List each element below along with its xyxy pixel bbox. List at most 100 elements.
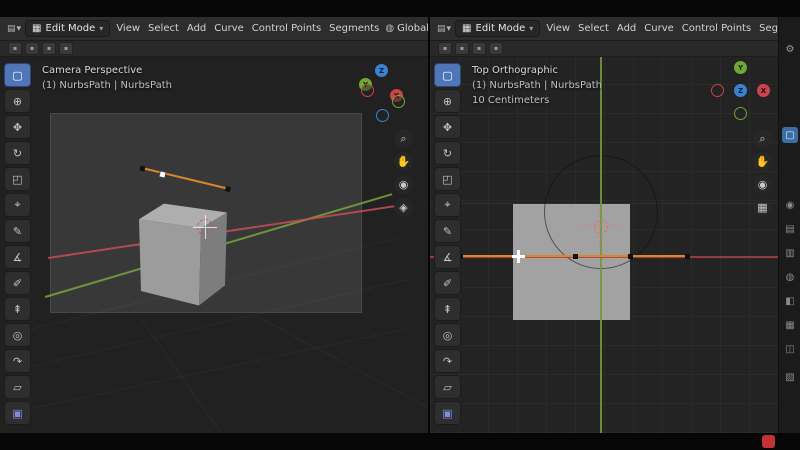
menu-item[interactable]: Curve [210, 21, 248, 36]
grid-icon[interactable]: ▦ [753, 198, 772, 217]
tool-button[interactable]: ∡ [4, 245, 31, 269]
tool-button[interactable]: ◰ [4, 167, 31, 191]
navigation-gizmo[interactable]: Y X Z [710, 60, 770, 120]
tool-settings-toggle-icon[interactable]: ▪ [59, 42, 73, 55]
menu-item[interactable]: View [112, 21, 144, 36]
tool-button[interactable]: ∡ [434, 245, 461, 269]
tool-button[interactable]: ↷ [4, 349, 31, 373]
gizmo-axis-ball[interactable] [711, 84, 724, 97]
gizmo-axis-ball[interactable] [392, 95, 405, 108]
tool-button[interactable]: ⊕ [4, 89, 31, 113]
tool-button[interactable]: ◎ [4, 323, 31, 347]
properties-tab-icon[interactable]: ◍ [782, 269, 798, 285]
properties-tab-icon[interactable]: ◧ [782, 293, 798, 309]
nurbs-path-curve[interactable] [458, 253, 690, 259]
tool-settings-toggle-icon[interactable]: ▪ [42, 42, 56, 55]
editor-type-button[interactable]: ▤ ▾ [435, 23, 453, 35]
cube-object[interactable] [133, 198, 233, 310]
gizmo-axis-ball[interactable] [376, 109, 389, 122]
properties-tab-icon[interactable]: ▦ [782, 317, 798, 333]
menu-item[interactable]: Select [574, 21, 613, 36]
properties-tab-icon[interactable]: ▥ [782, 245, 798, 261]
tool-button[interactable]: ✥ [4, 115, 31, 139]
properties-tab-strip: ⚙ ▢ ◉ ▤ ▥ ◍ ◧ ▦ ◫ ▨ [778, 17, 800, 433]
tool-button[interactable]: ✎ [4, 219, 31, 243]
mode-dropdown[interactable]: ▦ Edit Mode ▾ [455, 20, 541, 37]
tool-button[interactable]: ▣ [434, 401, 461, 425]
tool-button[interactable]: ✐ [434, 271, 461, 295]
toolbar: ▢ ⊕ ✥ ↻ ◰ ⌖ ✎ ∡ ✐ ⇞ ◎ ↷ ▱ ▣ [4, 63, 31, 425]
gizmo-axis-ball[interactable]: Z [375, 64, 388, 77]
properties-tab-icon[interactable]: ◉ [782, 197, 798, 213]
editor-type-button[interactable]: ▤ ▾ [5, 23, 23, 35]
menu-item[interactable]: Add [183, 21, 210, 36]
menu-item[interactable]: Control Points [248, 21, 325, 36]
menu-item[interactable]: Control Points [678, 21, 755, 36]
hand-icon[interactable]: ✋ [394, 152, 413, 171]
properties-tab-icon[interactable]: ▤ [782, 221, 798, 237]
active-object-label: (1) NurbsPath | NurbsPath [472, 80, 602, 91]
tool-button[interactable]: ▢ [4, 63, 31, 87]
tool-button[interactable]: ↻ [4, 141, 31, 165]
menu-bar: ViewSelectAddCurveControl PointsSegments [542, 21, 778, 36]
tool-settings-toggle-icon[interactable]: ▪ [489, 42, 503, 55]
tool-settings-toggle-icon[interactable]: ▪ [438, 42, 452, 55]
tool-icon: ⇞ [12, 302, 23, 316]
tool-icon: ▱ [443, 380, 452, 394]
control-point[interactable] [685, 253, 690, 259]
control-point[interactable] [628, 253, 633, 259]
menu-item[interactable]: Select [144, 21, 183, 36]
tool-button[interactable]: ✎ [434, 219, 461, 243]
menu-item[interactable]: Curve [640, 21, 678, 36]
tool-settings-toggle-icon[interactable]: ▪ [8, 42, 22, 55]
properties-tab-icon[interactable]: ⚙ [782, 41, 798, 57]
menu-item[interactable]: Segments [755, 21, 778, 36]
tool-button[interactable]: ↷ [434, 349, 461, 373]
gizmo-axis-ball[interactable]: X [757, 84, 770, 97]
viewport-nav-buttons: ⌕ ✋ ◉ ◈ [394, 129, 413, 217]
camera-view-icon[interactable]: ◉ [753, 175, 772, 194]
tool-settings-toggle-icon[interactable]: ▪ [455, 42, 469, 55]
properties-tab-icon[interactable]: ▨ [782, 369, 798, 385]
tool-settings-toggle-icon[interactable]: ▪ [472, 42, 486, 55]
lock-icon[interactable]: ◈ [394, 198, 413, 217]
tool-icon: ⊕ [12, 94, 23, 108]
tool-icon: ⌖ [444, 198, 451, 211]
tool-button[interactable]: ✥ [434, 115, 461, 139]
menu-item[interactable]: Segments [325, 21, 383, 36]
tool-button[interactable]: ▱ [4, 375, 31, 399]
tool-button[interactable]: ↻ [434, 141, 461, 165]
navigation-gizmo[interactable]: Z X Y [351, 62, 411, 122]
menu-item[interactable]: View [542, 21, 574, 36]
viewport-nav-buttons: ⌕ ✋ ◉ ▦ [753, 129, 772, 217]
tool-button[interactable]: ⌖ [4, 193, 31, 217]
gizmo-axis-ball[interactable] [734, 107, 747, 120]
properties-tab-icon[interactable]: ▢ [782, 127, 798, 143]
zoom-icon[interactable]: ⌕ [753, 129, 772, 148]
tool-button[interactable]: ▱ [434, 375, 461, 399]
hand-icon[interactable]: ✋ [753, 152, 772, 171]
tool-button[interactable]: ◎ [434, 323, 461, 347]
gizmo-axis-ball[interactable]: Z [734, 84, 747, 97]
tool-button[interactable]: ▢ [434, 63, 461, 87]
grid-floor-line [7, 327, 412, 414]
gizmo-axis-ball[interactable] [361, 84, 374, 97]
camera-view-icon[interactable]: ◉ [394, 175, 413, 194]
tool-button[interactable]: ⌖ [434, 193, 461, 217]
tool-settings-toggle-icon[interactable]: ▪ [25, 42, 39, 55]
tool-button[interactable]: ⇞ [434, 297, 461, 321]
mode-label: Edit Mode [475, 23, 526, 34]
tool-button[interactable]: ✐ [4, 271, 31, 295]
control-point[interactable] [573, 253, 578, 259]
zoom-icon[interactable]: ⌕ [394, 129, 413, 148]
tool-button[interactable]: ▣ [4, 401, 31, 425]
transform-orientation-dropdown[interactable]: ◍ Global ▾ ∪ [385, 23, 428, 34]
properties-tab-icon[interactable]: ◫ [782, 341, 798, 357]
tool-button[interactable]: ⊕ [434, 89, 461, 113]
mode-dropdown[interactable]: ▦ Edit Mode ▾ [25, 20, 111, 37]
tool-button[interactable]: ⇞ [4, 297, 31, 321]
tool-button[interactable]: ◰ [434, 167, 461, 191]
white-crosshair-cursor [512, 250, 525, 263]
menu-item[interactable]: Add [613, 21, 640, 36]
gizmo-axis-ball[interactable]: Y [734, 61, 747, 74]
